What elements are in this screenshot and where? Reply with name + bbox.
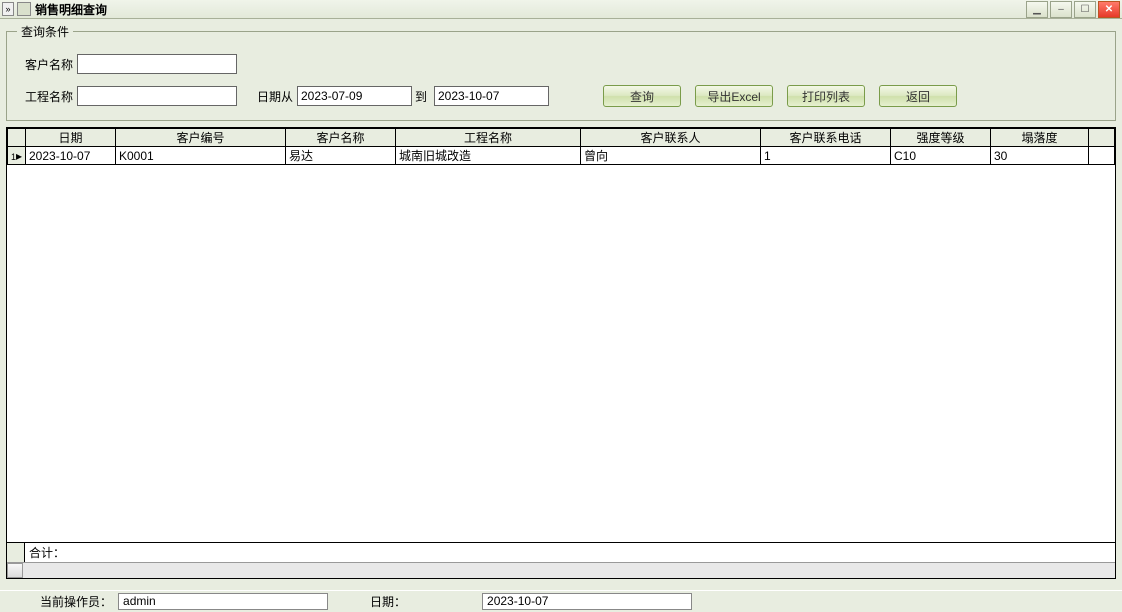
- data-grid[interactable]: 日期 客户编号 客户名称 工程名称 客户联系人 客户联系电话 强度等级 塌落度 …: [6, 127, 1116, 579]
- date-from-label: 日期从: [257, 88, 297, 105]
- cell-tail: [1089, 147, 1115, 165]
- cell-contact[interactable]: 曾向: [581, 147, 761, 165]
- col-customer-no[interactable]: 客户编号: [116, 129, 286, 147]
- titlebar: » 销售明细查询 ▁ – ☐ ✕: [0, 0, 1122, 19]
- query-legend: 查询条件: [17, 23, 73, 40]
- col-contact[interactable]: 客户联系人: [581, 129, 761, 147]
- cell-customer-name[interactable]: 易达: [286, 147, 396, 165]
- footer-sum-label: 合计：: [25, 543, 1115, 562]
- grid-header-row: 日期 客户编号 客户名称 工程名称 客户联系人 客户联系电话 强度等级 塌落度: [8, 129, 1115, 147]
- window-controls: ▁ – ☐ ✕: [1024, 1, 1120, 18]
- date-to-label: 到: [412, 88, 434, 105]
- print-list-button[interactable]: 打印列表: [787, 85, 865, 107]
- customer-name-input[interactable]: [77, 54, 237, 74]
- search-button[interactable]: 查询: [603, 85, 681, 107]
- minimize-button[interactable]: ▁: [1026, 1, 1048, 18]
- grid-footer-row: 合计：: [7, 542, 1115, 562]
- operator-label: 当前操作员：: [40, 593, 112, 610]
- minimize-button-2[interactable]: –: [1050, 1, 1072, 18]
- cell-date[interactable]: 2023-10-07: [26, 147, 116, 165]
- scroll-left-button[interactable]: [7, 563, 23, 578]
- status-date-label: 日期：: [370, 593, 406, 610]
- table-row[interactable]: 1▸ 2023-10-07 K0001 易达 城南旧城改造 曾向 1 C10 3…: [8, 147, 1115, 165]
- cell-project[interactable]: 城南旧城改造: [396, 147, 581, 165]
- row-selector-header: [8, 129, 26, 147]
- horizontal-scrollbar[interactable]: [7, 562, 1115, 578]
- col-tail: [1089, 129, 1115, 147]
- date-to-input[interactable]: [434, 86, 549, 106]
- col-customer-name[interactable]: 客户名称: [286, 129, 396, 147]
- cell-phone[interactable]: 1: [761, 147, 891, 165]
- col-project-name[interactable]: 工程名称: [396, 129, 581, 147]
- col-phone[interactable]: 客户联系电话: [761, 129, 891, 147]
- cell-customer-no[interactable]: K0001: [116, 147, 286, 165]
- grid-table: 日期 客户编号 客户名称 工程名称 客户联系人 客户联系电话 强度等级 塌落度 …: [7, 128, 1115, 165]
- status-date-value: 2023-10-07: [482, 593, 692, 610]
- cell-grade[interactable]: C10: [891, 147, 991, 165]
- col-date[interactable]: 日期: [26, 129, 116, 147]
- date-from-input[interactable]: [297, 86, 412, 106]
- expand-panel-button[interactable]: »: [2, 2, 14, 16]
- status-bar: 当前操作员： admin 日期： 2023-10-07: [0, 590, 1122, 612]
- project-name-input[interactable]: [77, 86, 237, 106]
- project-name-label: 工程名称: [17, 88, 77, 105]
- row-indicator: 1▸: [8, 147, 26, 165]
- back-button[interactable]: 返回: [879, 85, 957, 107]
- col-slump[interactable]: 塌落度: [991, 129, 1089, 147]
- window-icon: [17, 2, 31, 16]
- cell-slump[interactable]: 30: [991, 147, 1089, 165]
- maximize-button[interactable]: ☐: [1074, 1, 1096, 18]
- operator-value: admin: [118, 593, 328, 610]
- col-grade[interactable]: 强度等级: [891, 129, 991, 147]
- customer-name-label: 客户名称: [17, 56, 77, 73]
- query-conditions-fieldset: 查询条件 客户名称 工程名称 日期从 到 查询 导出Excel 打印列表 返回: [6, 23, 1116, 121]
- footer-row-header: [7, 543, 25, 562]
- export-excel-button[interactable]: 导出Excel: [695, 85, 773, 107]
- close-button[interactable]: ✕: [1098, 1, 1120, 18]
- window-title: 销售明细查询: [35, 1, 1024, 18]
